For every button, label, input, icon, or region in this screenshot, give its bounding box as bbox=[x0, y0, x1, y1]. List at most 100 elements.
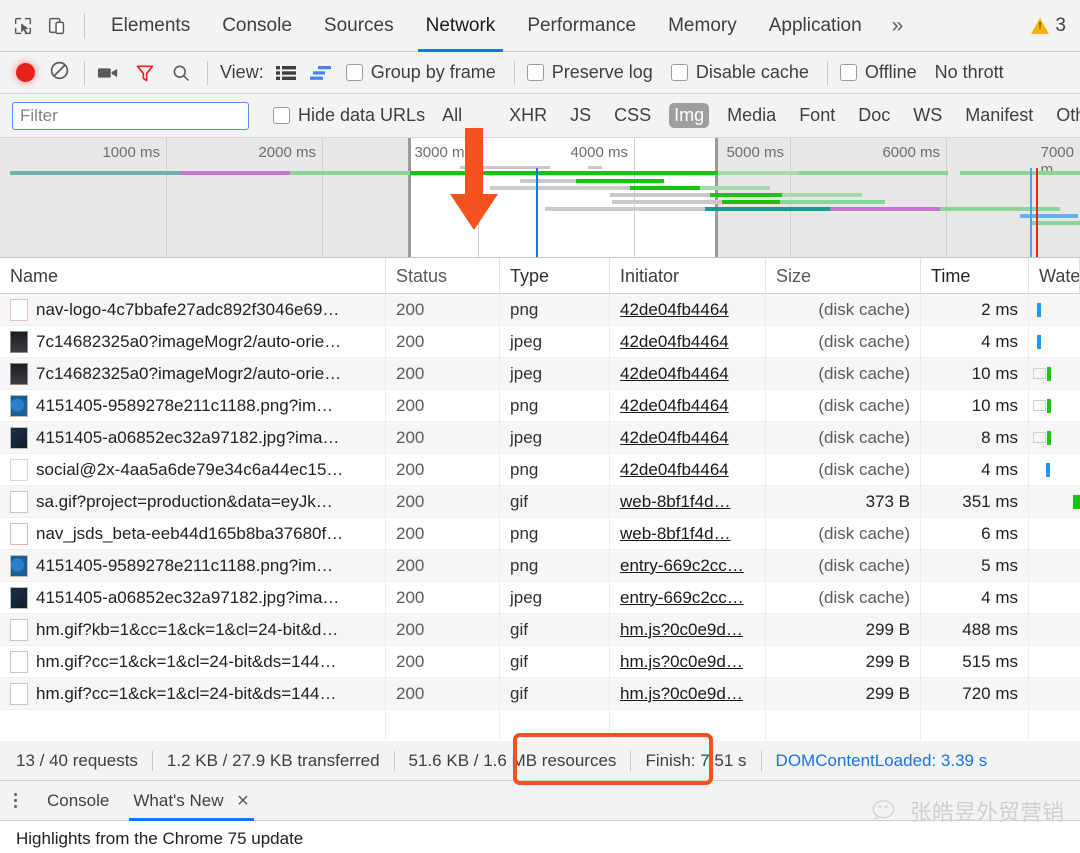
cell-initiator[interactable]: 42de04fb4464 bbox=[610, 325, 766, 358]
list-view-icon[interactable] bbox=[275, 65, 296, 81]
column-header-name[interactable]: Name bbox=[0, 257, 386, 294]
more-options-icon[interactable] bbox=[14, 793, 17, 808]
throttling-select[interactable]: No thrott bbox=[935, 62, 1004, 83]
initiator-link[interactable]: 42de04fb4464 bbox=[620, 294, 755, 326]
cell-initiator[interactable]: hm.js?0c0e9d… bbox=[610, 645, 766, 678]
table-row[interactable]: hm.gif?cc=1&ck=1&cl=24-bit&ds=144… 200 g… bbox=[0, 677, 1080, 710]
clear-icon[interactable] bbox=[49, 60, 70, 86]
table-row[interactable]: 7c14682325a0?imageMogr2/auto-orie… 200 j… bbox=[0, 357, 1080, 390]
filter-type-xhr[interactable]: XHR bbox=[504, 103, 552, 128]
cell-name[interactable]: 4151405-a06852ec32a97182.jpg?ima… bbox=[0, 581, 386, 614]
drawer-tab-whats-new[interactable]: What's New ✕ bbox=[121, 781, 261, 821]
cell-name[interactable]: social@2x-4aa5a6de79e34c6a44ec15… bbox=[0, 453, 386, 486]
initiator-link[interactable]: web-8bf1f4d… bbox=[620, 518, 755, 550]
disable-cache-option[interactable]: Disable cache bbox=[670, 62, 809, 83]
network-overview[interactable]: 1000 ms 2000 ms 3000 ms 4000 ms 5000 ms … bbox=[0, 138, 1080, 258]
initiator-link[interactable]: hm.js?0c0e9d… bbox=[620, 678, 755, 710]
tab-sources[interactable]: Sources bbox=[308, 0, 410, 52]
filter-icon[interactable] bbox=[135, 63, 155, 83]
column-header-initiator[interactable]: Initiator bbox=[610, 257, 766, 294]
tab-elements[interactable]: Elements bbox=[95, 0, 206, 52]
filter-type-manifest[interactable]: Manifest bbox=[960, 103, 1038, 128]
tab-performance[interactable]: Performance bbox=[511, 0, 652, 52]
cell-name[interactable]: 4151405-9589278e211c1188.png?im… bbox=[0, 389, 386, 422]
column-header-type[interactable]: Type bbox=[500, 257, 610, 294]
table-row[interactable]: nav_jsds_beta-eeb44d165b8ba37680f… 200 p… bbox=[0, 517, 1080, 550]
preserve-log-checkbox[interactable] bbox=[526, 64, 544, 81]
initiator-link[interactable]: hm.js?0c0e9d… bbox=[620, 614, 755, 646]
table-row[interactable]: 4151405-9589278e211c1188.png?im… 200 png… bbox=[0, 549, 1080, 582]
cell-name[interactable]: 7c14682325a0?imageMogr2/auto-orie… bbox=[0, 325, 386, 358]
column-header-size[interactable]: Size bbox=[766, 257, 921, 294]
initiator-link[interactable]: 42de04fb4464 bbox=[620, 390, 755, 422]
table-row[interactable]: 7c14682325a0?imageMogr2/auto-orie… 200 j… bbox=[0, 325, 1080, 358]
cell-name[interactable]: sa.gif?project=production&data=eyJk… bbox=[0, 485, 386, 518]
table-row[interactable]: hm.gif?kb=1&cc=1&ck=1&cl=24-bit&d… 200 g… bbox=[0, 613, 1080, 646]
cell-initiator[interactable]: 42de04fb4464 bbox=[610, 453, 766, 486]
initiator-link[interactable]: 42de04fb4464 bbox=[620, 454, 755, 486]
filter-type-media[interactable]: Media bbox=[722, 103, 781, 128]
warning-indicator[interactable]: 3 bbox=[1031, 15, 1080, 37]
table-row[interactable]: sa.gif?project=production&data=eyJk… 200… bbox=[0, 485, 1080, 518]
cell-name[interactable]: hm.gif?kb=1&cc=1&ck=1&cl=24-bit&d… bbox=[0, 613, 386, 646]
filter-type-all[interactable]: All bbox=[437, 103, 467, 128]
group-by-frame-option[interactable]: Group by frame bbox=[345, 62, 496, 83]
inspect-element-icon[interactable] bbox=[6, 9, 40, 43]
initiator-link[interactable]: 42de04fb4464 bbox=[620, 326, 755, 358]
filter-type-css[interactable]: CSS bbox=[609, 103, 656, 128]
cell-initiator[interactable]: 42de04fb4464 bbox=[610, 389, 766, 422]
column-header-time[interactable]: Time bbox=[921, 257, 1029, 294]
tab-application[interactable]: Application bbox=[753, 0, 878, 52]
initiator-link[interactable]: entry-669c2cc… bbox=[620, 550, 755, 582]
cell-name[interactable]: 7c14682325a0?imageMogr2/auto-orie… bbox=[0, 357, 386, 390]
cell-initiator[interactable]: hm.js?0c0e9d… bbox=[610, 613, 766, 646]
cell-initiator[interactable]: 42de04fb4464 bbox=[610, 293, 766, 326]
cell-name[interactable]: 4151405-a06852ec32a97182.jpg?ima… bbox=[0, 421, 386, 454]
filter-input[interactable] bbox=[12, 101, 249, 130]
offline-checkbox[interactable] bbox=[839, 64, 857, 81]
filter-type-img[interactable]: Img bbox=[669, 103, 710, 128]
cell-initiator[interactable]: web-8bf1f4d… bbox=[610, 517, 766, 550]
cell-initiator[interactable]: entry-669c2cc… bbox=[610, 549, 766, 582]
cell-initiator[interactable]: entry-669c2cc… bbox=[610, 581, 766, 614]
initiator-link[interactable]: 42de04fb4464 bbox=[620, 422, 755, 454]
tab-console[interactable]: Console bbox=[206, 0, 308, 52]
table-row[interactable]: 4151405-a06852ec32a97182.jpg?ima… 200 jp… bbox=[0, 421, 1080, 454]
offline-option[interactable]: Offline bbox=[839, 62, 917, 83]
group-by-frame-checkbox[interactable] bbox=[345, 64, 363, 81]
initiator-link[interactable]: hm.js?0c0e9d… bbox=[620, 646, 755, 678]
cell-name[interactable]: hm.gif?cc=1&ck=1&cl=24-bit&ds=144… bbox=[0, 677, 386, 710]
hide-data-urls-option[interactable]: Hide data URLs bbox=[273, 105, 425, 126]
cell-initiator[interactable]: 42de04fb4464 bbox=[610, 421, 766, 454]
table-row[interactable]: 4151405-9589278e211c1188.png?im… 200 png… bbox=[0, 389, 1080, 422]
table-row[interactable]: nav-logo-4c7bbafe27adc892f3046e69… 200 p… bbox=[0, 293, 1080, 326]
filter-type-font[interactable]: Font bbox=[794, 103, 840, 128]
cell-name[interactable]: 4151405-9589278e211c1188.png?im… bbox=[0, 549, 386, 582]
table-row[interactable]: 4151405-a06852ec32a97182.jpg?ima… 200 jp… bbox=[0, 581, 1080, 614]
capture-screenshots-icon[interactable] bbox=[97, 65, 119, 81]
initiator-link[interactable]: 42de04fb4464 bbox=[620, 358, 755, 390]
cell-name[interactable]: nav-logo-4c7bbafe27adc892f3046e69… bbox=[0, 293, 386, 326]
close-icon[interactable]: ✕ bbox=[236, 793, 249, 810]
column-header-status[interactable]: Status bbox=[386, 257, 500, 294]
tab-network[interactable]: Network bbox=[410, 0, 512, 52]
preserve-log-option[interactable]: Preserve log bbox=[526, 62, 653, 83]
filter-type-js[interactable]: JS bbox=[565, 103, 596, 128]
device-toolbar-icon[interactable] bbox=[40, 9, 74, 43]
record-button-icon[interactable] bbox=[16, 63, 35, 82]
filter-type-ws[interactable]: WS bbox=[908, 103, 947, 128]
initiator-link[interactable]: entry-669c2cc… bbox=[620, 582, 755, 614]
waterfall-view-icon[interactable] bbox=[309, 65, 332, 81]
cell-name[interactable]: nav_jsds_beta-eeb44d165b8ba37680f… bbox=[0, 517, 386, 550]
drawer-tab-console[interactable]: Console bbox=[35, 781, 121, 821]
cell-initiator[interactable]: hm.js?0c0e9d… bbox=[610, 677, 766, 710]
table-row[interactable]: hm.gif?cc=1&ck=1&cl=24-bit&ds=144… 200 g… bbox=[0, 645, 1080, 678]
more-tabs-icon[interactable]: » bbox=[878, 0, 918, 52]
cell-initiator[interactable]: web-8bf1f4d… bbox=[610, 485, 766, 518]
table-row[interactable]: social@2x-4aa5a6de79e34c6a44ec15… 200 pn… bbox=[0, 453, 1080, 486]
filter-type-other[interactable]: Other bbox=[1051, 103, 1080, 128]
tab-memory[interactable]: Memory bbox=[652, 0, 753, 52]
cell-initiator[interactable]: 42de04fb4464 bbox=[610, 357, 766, 390]
cell-name[interactable]: hm.gif?cc=1&ck=1&cl=24-bit&ds=144… bbox=[0, 645, 386, 678]
initiator-link[interactable]: web-8bf1f4d… bbox=[620, 486, 755, 518]
